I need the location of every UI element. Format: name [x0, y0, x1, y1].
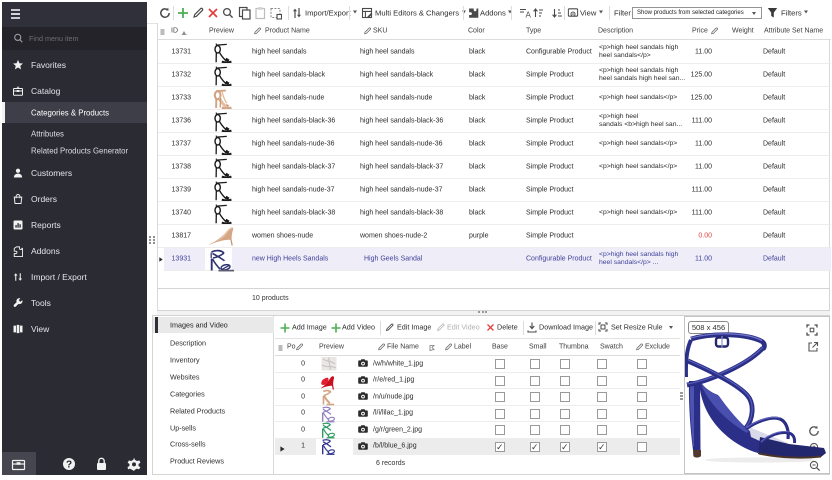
svg-text:A: A [526, 11, 532, 20]
svg-text:?: ? [66, 460, 72, 471]
